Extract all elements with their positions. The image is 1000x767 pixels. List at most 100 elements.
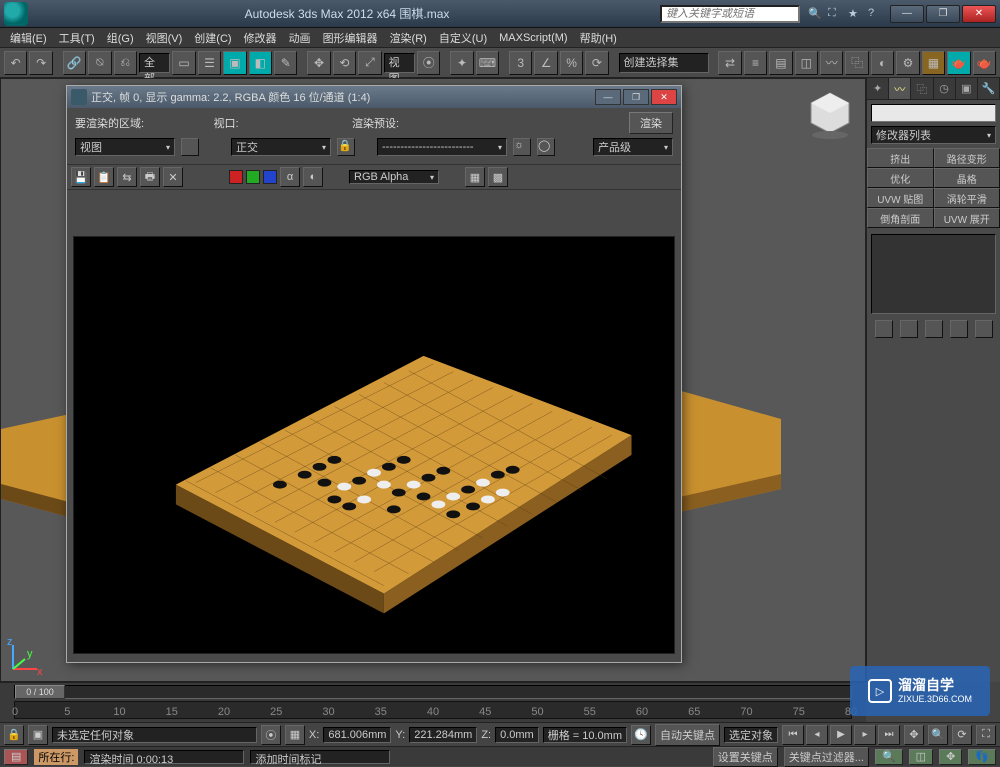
unlink-icon[interactable]: ⍉	[88, 51, 111, 75]
mod-uvwmap[interactable]: UVW 贴图	[867, 188, 934, 208]
mod-bevelprofile[interactable]: 倒角剖面	[867, 208, 934, 228]
isolate-icon[interactable]: ▣	[28, 725, 48, 745]
channel-red-swatch[interactable]	[229, 170, 243, 184]
menu-group[interactable]: 组(G)	[101, 30, 140, 46]
absolute-icon[interactable]: ⦿	[261, 725, 281, 745]
manip-icon[interactable]: ✦	[450, 51, 473, 75]
time-ruler[interactable]: 05101520253035404550556065707580	[14, 701, 852, 719]
rotate-icon[interactable]: ⟲	[333, 51, 356, 75]
paint-select-icon[interactable]: ✎	[274, 51, 297, 75]
select-name-icon[interactable]: ☰	[198, 51, 221, 75]
next-frame-icon[interactable]: ▸	[854, 725, 876, 745]
relative-icon[interactable]: ▦	[285, 725, 305, 745]
close-button[interactable]: ✕	[962, 5, 996, 23]
percent-snap-icon[interactable]: %	[560, 51, 583, 75]
menu-grapheditors[interactable]: 图形编辑器	[317, 30, 384, 46]
render-frame-icon[interactable]: ▦	[922, 51, 945, 75]
menu-customize[interactable]: 自定义(U)	[433, 30, 493, 46]
viewport-combo[interactable]: 正交	[231, 138, 331, 156]
graphite-icon[interactable]: ◫	[795, 51, 818, 75]
area-combo[interactable]: 视图	[75, 138, 175, 156]
configure-sets-icon[interactable]	[975, 320, 993, 338]
keymode-icon[interactable]: ⌨	[476, 51, 499, 75]
nav-fov-icon[interactable]: ◫	[909, 749, 933, 765]
mod-lattice[interactable]: 晶格	[934, 168, 1000, 188]
search-icon[interactable]: 🔍	[808, 7, 822, 21]
star-icon[interactable]: ★	[848, 7, 862, 21]
mod-unwrap[interactable]: UVW 展开	[934, 208, 1000, 228]
rendersetup-icon[interactable]: ◯	[537, 138, 555, 156]
script-listener-icon[interactable]: ▤	[4, 749, 28, 765]
keyfilter-button[interactable]: 关键点过滤器...	[784, 747, 869, 767]
object-color-swatch[interactable]	[871, 104, 996, 122]
mod-optimize[interactable]: 优化	[867, 168, 934, 188]
menu-views[interactable]: 视图(V)	[140, 30, 189, 46]
pivot-icon[interactable]: ⦿	[417, 51, 440, 75]
render-maximize-button[interactable]: ❐	[623, 89, 649, 105]
nav-walk-icon[interactable]: 👣	[968, 749, 996, 765]
render-setup-icon[interactable]: ⚙	[896, 51, 919, 75]
mod-extrude[interactable]: 挤出	[867, 148, 934, 168]
render-close-button[interactable]: ✕	[651, 89, 677, 105]
maximize-button[interactable]: ❐	[926, 5, 960, 23]
coord-y-field[interactable]: 221.284mm	[409, 727, 477, 743]
menu-tools[interactable]: 工具(T)	[53, 30, 101, 46]
clear-icon[interactable]: ✕	[163, 167, 183, 187]
nav-max-icon[interactable]: ⛶	[976, 725, 996, 745]
move-icon[interactable]: ✥	[307, 51, 330, 75]
nav-pan-icon[interactable]: ✥	[904, 725, 924, 745]
render-minimize-button[interactable]: —	[595, 89, 621, 105]
bind-icon[interactable]: ⎌	[114, 51, 137, 75]
pin-stack-icon[interactable]	[875, 320, 893, 338]
schematic-icon[interactable]: ⿻	[845, 51, 868, 75]
coord-z-field[interactable]: 0.0mm	[495, 727, 539, 743]
save-image-icon[interactable]: 💾	[71, 167, 91, 187]
help-icon[interactable]: ?	[868, 7, 882, 21]
goto-start-icon[interactable]: ⏮	[782, 725, 804, 745]
rect-select-icon[interactable]: ▣	[223, 51, 246, 75]
refcoord-combo[interactable]: 视图	[384, 53, 415, 73]
curve-editor-icon[interactable]: 〰	[820, 51, 843, 75]
tab-hierarchy-icon[interactable]: ⿻	[911, 78, 933, 99]
layers-icon[interactable]: ▤	[769, 51, 792, 75]
lock-selection-icon[interactable]: 🔒	[4, 725, 24, 745]
goto-end-icon[interactable]: ⏭	[878, 725, 900, 745]
channel-combo[interactable]: RGB Alpha▾	[349, 170, 439, 184]
product-combo[interactable]: 产品级	[593, 138, 673, 156]
modifier-stack[interactable]	[871, 234, 996, 314]
spinner-snap-icon[interactable]: ⟳	[585, 51, 608, 75]
tab-display-icon[interactable]: ▣	[956, 78, 978, 99]
channel-green-swatch[interactable]	[246, 170, 260, 184]
select-icon[interactable]: ▭	[172, 51, 195, 75]
render-output-canvas[interactable]	[73, 236, 675, 654]
named-selset-combo[interactable]: 创建选择集	[619, 53, 709, 73]
tab-motion-icon[interactable]: ◷	[934, 78, 956, 99]
remove-mod-icon[interactable]	[950, 320, 968, 338]
mod-pathdeform[interactable]: 路径变形	[934, 148, 1000, 168]
time-slider[interactable]: 0 / 100	[14, 685, 852, 699]
modifier-list-combo[interactable]: 修改器列表	[871, 126, 996, 144]
time-config-icon[interactable]: 🕓	[631, 725, 651, 745]
align-icon[interactable]: ≡	[744, 51, 767, 75]
menu-modifiers[interactable]: 修改器	[238, 30, 283, 46]
unique-icon[interactable]	[925, 320, 943, 338]
overlay-b-icon[interactable]: ▩	[488, 167, 508, 187]
prev-frame-icon[interactable]: ◂	[806, 725, 828, 745]
envfx-icon[interactable]: ☼	[513, 138, 531, 156]
mirror-icon[interactable]: ⇄	[718, 51, 741, 75]
material-editor-icon[interactable]: ◐	[871, 51, 894, 75]
undo-icon[interactable]: ↶	[4, 51, 27, 75]
angle-snap-icon[interactable]: ∠	[534, 51, 557, 75]
nav-zoom-icon[interactable]: 🔍	[928, 725, 948, 745]
redo-icon[interactable]: ↷	[29, 51, 52, 75]
compare-icon[interactable]: ⇆	[117, 167, 137, 187]
channel-blue-swatch[interactable]	[263, 170, 277, 184]
nav-orbit-icon[interactable]: ⟳	[952, 725, 972, 745]
time-slider-thumb[interactable]: 0 / 100	[15, 685, 65, 699]
render-icon[interactable]: 🫖	[947, 51, 970, 75]
autokey-button[interactable]: 自动关键点	[655, 724, 720, 746]
nav-pan2-icon[interactable]: ✥	[939, 749, 962, 765]
scale-icon[interactable]: ⤢	[358, 51, 381, 75]
overlay-a-icon[interactable]: ▦	[465, 167, 485, 187]
minimize-button[interactable]: —	[890, 5, 924, 23]
